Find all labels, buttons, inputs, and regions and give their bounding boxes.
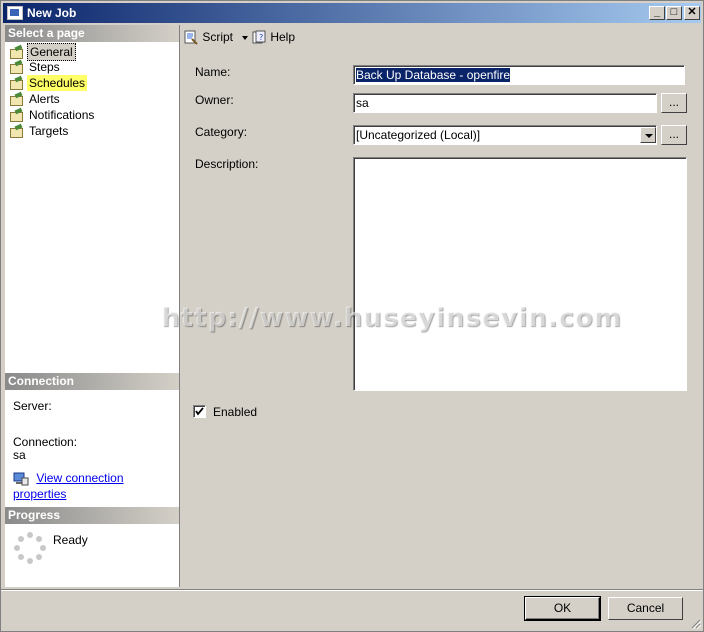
dropdown-arrow-icon[interactable] bbox=[242, 35, 249, 40]
resize-grip-icon[interactable] bbox=[689, 617, 702, 630]
cancel-button[interactable]: Cancel bbox=[608, 597, 683, 620]
name-value: Back Up Database - openfire bbox=[356, 68, 511, 82]
view-connection-properties[interactable]: View connection properties bbox=[13, 470, 179, 501]
page-item-label: Steps bbox=[29, 60, 60, 74]
connection-properties-icon bbox=[13, 472, 29, 486]
page-item-label: Notifications bbox=[29, 108, 95, 122]
chevron-down-icon[interactable] bbox=[640, 127, 656, 143]
page-item-steps[interactable]: Steps bbox=[9, 59, 62, 75]
page-item-targets[interactable]: Targets bbox=[9, 123, 70, 139]
help-button[interactable]: ? Help bbox=[251, 29, 295, 45]
name-label: Name: bbox=[195, 65, 231, 79]
watermark-text: http://www.huseyinsevin.com bbox=[161, 303, 622, 333]
view-connection-link[interactable]: View connection properties bbox=[13, 471, 124, 501]
enabled-checkbox[interactable] bbox=[193, 405, 206, 418]
checkmark-icon bbox=[195, 407, 204, 416]
page-item-notifications[interactable]: Notifications bbox=[9, 107, 96, 123]
description-label: Description: bbox=[195, 157, 259, 171]
page-icon bbox=[9, 61, 25, 75]
svg-text:?: ? bbox=[259, 33, 263, 42]
help-icon: ? bbox=[251, 30, 267, 45]
minimize-button[interactable]: _ bbox=[649, 6, 665, 20]
close-button[interactable]: ✕ bbox=[684, 6, 700, 20]
maximize-button[interactable]: □ bbox=[666, 6, 682, 20]
connection-label: Connection: bbox=[13, 435, 78, 449]
owner-input[interactable]: sa bbox=[353, 93, 657, 113]
page-item-schedules[interactable]: Schedules bbox=[9, 75, 88, 91]
page-item-label: Schedules bbox=[27, 75, 88, 91]
ok-button[interactable]: OK bbox=[525, 597, 600, 620]
page-icon bbox=[9, 93, 25, 107]
name-input[interactable]: Back Up Database - openfire bbox=[353, 65, 685, 85]
app-icon bbox=[7, 6, 23, 20]
window-title: New Job bbox=[27, 6, 77, 20]
new-job-window: New Job _ □ ✕ Select a page General Step… bbox=[0, 0, 704, 632]
footer-divider-highlight bbox=[1, 590, 703, 591]
page-item-label: Alerts bbox=[29, 92, 60, 106]
owner-label: Owner: bbox=[195, 93, 234, 107]
help-label: Help bbox=[270, 30, 296, 44]
page-icon bbox=[9, 77, 25, 91]
page-item-general[interactable]: General bbox=[9, 43, 76, 61]
title-bar: New Job _ □ ✕ bbox=[3, 3, 701, 23]
page-icon bbox=[9, 46, 25, 60]
page-icon bbox=[9, 125, 25, 139]
progress-header: Progress bbox=[5, 507, 179, 524]
script-icon bbox=[183, 30, 199, 46]
page-item-label: Targets bbox=[29, 124, 69, 138]
connection-header: Connection bbox=[5, 373, 179, 390]
progress-status: Ready bbox=[53, 533, 88, 547]
owner-browse-button[interactable]: ... bbox=[661, 93, 687, 113]
connection-value: sa bbox=[13, 448, 26, 462]
script-label: Script bbox=[202, 30, 234, 44]
category-select[interactable]: [Uncategorized (Local)] bbox=[353, 125, 657, 145]
left-panel: Select a page General Steps Schedules Al… bbox=[5, 25, 180, 587]
page-icon bbox=[9, 109, 25, 123]
category-value: [Uncategorized (Local)] bbox=[356, 128, 481, 142]
category-browse-button[interactable]: ... bbox=[661, 125, 687, 145]
select-page-header: Select a page bbox=[5, 25, 179, 42]
description-textarea[interactable] bbox=[353, 157, 687, 391]
page-item-alerts[interactable]: Alerts bbox=[9, 91, 62, 107]
progress-spinner-icon bbox=[13, 531, 47, 565]
enabled-label: Enabled bbox=[213, 405, 258, 419]
script-button[interactable]: Script bbox=[183, 29, 249, 46]
toolbar: Script ? Help bbox=[181, 25, 701, 49]
category-label: Category: bbox=[195, 125, 248, 139]
server-label: Server: bbox=[13, 399, 52, 413]
